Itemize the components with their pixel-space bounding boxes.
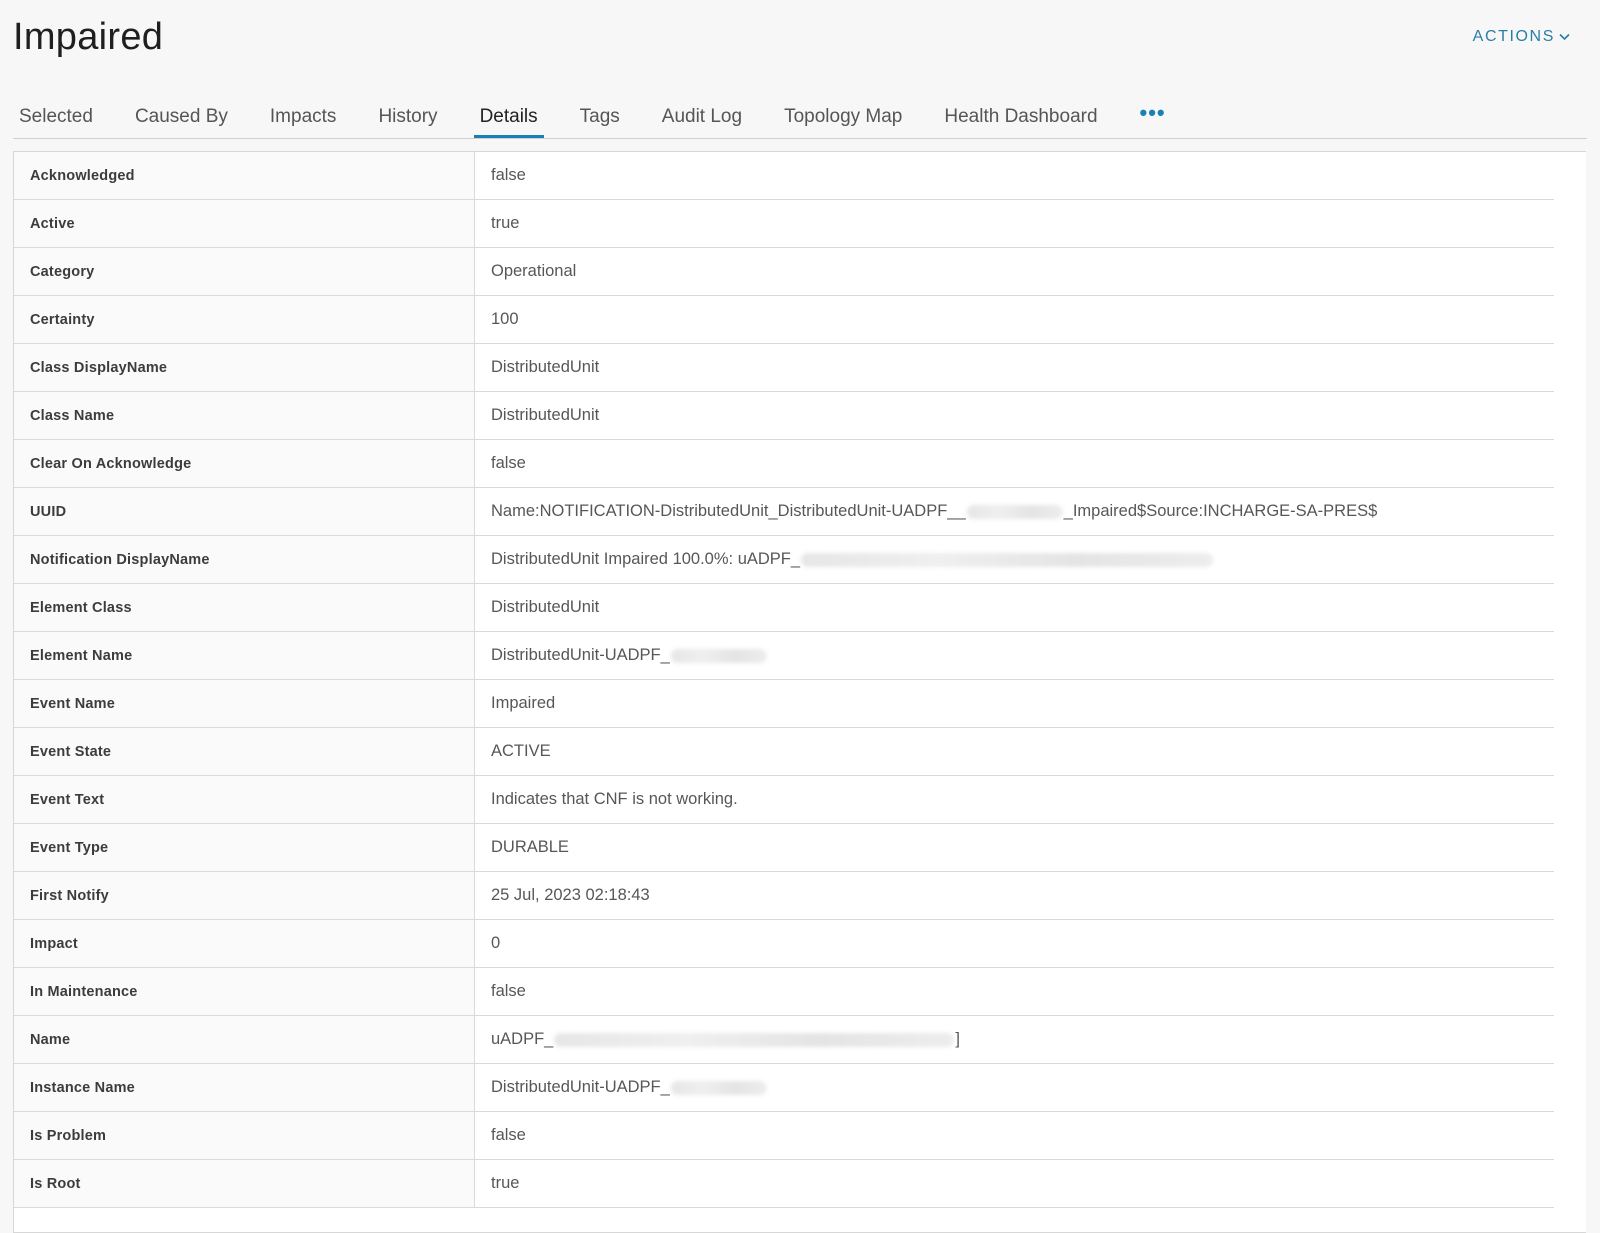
details-panel: Acknowledged false Active true Category … (13, 151, 1586, 1233)
table-row: UUID Name:NOTIFICATION-DistributedUnit_D… (14, 487, 1554, 536)
property-name: Name (14, 1015, 475, 1064)
property-name: Event Type (14, 823, 475, 872)
property-name: Impact (14, 919, 475, 968)
more-tabs-icon[interactable]: ••• (1134, 96, 1172, 126)
tab-bar: Selected Caused By Impacts History Detai… (13, 96, 1587, 139)
redacted-text (670, 1080, 767, 1095)
property-name: In Maintenance (14, 967, 475, 1016)
table-row: Active true (14, 199, 1554, 248)
property-name: Notification DisplayName (14, 535, 475, 584)
value-text: uADPF_ (491, 1030, 554, 1048)
tab-selected[interactable]: Selected (13, 96, 99, 136)
table-row: First Notify 25 Jul, 2023 02:18:43 (14, 871, 1554, 920)
table-row: Event Name Impaired (14, 679, 1554, 728)
actions-label: ACTIONS (1472, 28, 1555, 45)
property-name: UUID (14, 487, 475, 536)
property-value: 100 (474, 295, 1554, 344)
property-value: DistributedUnit (474, 343, 1554, 392)
details-table: Acknowledged false Active true Category … (14, 152, 1554, 1208)
table-row: Event Text Indicates that CNF is not wor… (14, 775, 1554, 824)
property-name: Event Name (14, 679, 475, 728)
property-name: Is Root (14, 1159, 475, 1208)
value-text: DistributedUnit-UADPF_ (491, 1078, 670, 1096)
table-row: Element Class DistributedUnit (14, 583, 1554, 632)
property-name: Event Text (14, 775, 475, 824)
property-name: Element Name (14, 631, 475, 680)
property-value: Impaired (474, 679, 1554, 728)
property-name: Category (14, 247, 475, 296)
property-name: Element Class (14, 583, 475, 632)
property-name: Class DisplayName (14, 343, 475, 392)
table-row: Category Operational (14, 247, 1554, 296)
table-row: Notification DisplayName DistributedUnit… (14, 535, 1554, 584)
property-value: false (474, 967, 1554, 1016)
table-row: Event State ACTIVE (14, 727, 1554, 776)
tab-health-dashboard[interactable]: Health Dashboard (938, 96, 1103, 136)
property-name: Active (14, 199, 475, 248)
property-name: Clear On Acknowledge (14, 439, 475, 488)
property-name: Class Name (14, 391, 475, 440)
table-row: Clear On Acknowledge false (14, 439, 1554, 488)
property-value: Name:NOTIFICATION-DistributedUnit_Distri… (474, 487, 1554, 536)
property-value: 0 (474, 919, 1554, 968)
property-value: uADPF_] (474, 1015, 1554, 1064)
property-value: false (474, 152, 1554, 200)
redacted-text (554, 1032, 955, 1047)
property-value: DistributedUnit-UADPF_ (474, 631, 1554, 680)
property-value: false (474, 1111, 1554, 1160)
property-value: DistributedUnit-UADPF_ (474, 1063, 1554, 1112)
actions-button[interactable]: ACTIONS (1473, 28, 1570, 46)
property-value: ACTIVE (474, 727, 1554, 776)
property-name: Is Problem (14, 1111, 475, 1160)
table-row: Acknowledged false (14, 152, 1554, 200)
table-row: Instance Name DistributedUnit-UADPF_ (14, 1063, 1554, 1112)
table-row: Is Root true (14, 1159, 1554, 1208)
tab-audit-log[interactable]: Audit Log (656, 96, 748, 136)
table-row: In Maintenance false (14, 967, 1554, 1016)
property-value: true (474, 1159, 1554, 1208)
property-name: First Notify (14, 871, 475, 920)
table-row: Name uADPF_] (14, 1015, 1554, 1064)
value-text: DistributedUnit Impaired 100.0%: uADPF_ (491, 550, 801, 568)
tab-history[interactable]: History (372, 96, 443, 136)
redacted-text (670, 648, 767, 663)
page-title: Impaired (13, 16, 164, 58)
property-name: Instance Name (14, 1063, 475, 1112)
tab-impacts[interactable]: Impacts (264, 96, 343, 136)
chevron-down-icon (1559, 33, 1570, 41)
property-value: DistributedUnit (474, 583, 1554, 632)
property-name: Event State (14, 727, 475, 776)
property-name: Acknowledged (14, 152, 475, 200)
table-row: Certainty 100 (14, 295, 1554, 344)
tab-details[interactable]: Details (473, 96, 544, 138)
value-text: Name:NOTIFICATION-DistributedUnit_Distri… (491, 502, 966, 520)
table-row: Class Name DistributedUnit (14, 391, 1554, 440)
property-value: true (474, 199, 1554, 248)
property-value: DURABLE (474, 823, 1554, 872)
property-value: false (474, 439, 1554, 488)
table-row: Impact 0 (14, 919, 1554, 968)
property-value: Operational (474, 247, 1554, 296)
redacted-text (801, 552, 1214, 567)
value-text: _Impaired$Source:INCHARGE-SA-PRES$ (1063, 502, 1378, 520)
property-value: 25 Jul, 2023 02:18:43 (474, 871, 1554, 920)
table-row: Event Type DURABLE (14, 823, 1554, 872)
table-row: Is Problem false (14, 1111, 1554, 1160)
tab-caused-by[interactable]: Caused By (129, 96, 234, 136)
tab-tags[interactable]: Tags (574, 96, 626, 136)
property-value: DistributedUnit (474, 391, 1554, 440)
property-name: Certainty (14, 295, 475, 344)
table-row: Element Name DistributedUnit-UADPF_ (14, 631, 1554, 680)
page-header: Impaired ACTIONS (0, 0, 1600, 90)
property-value: Indicates that CNF is not working. (474, 775, 1554, 824)
redacted-text (966, 504, 1063, 519)
table-row: Class DisplayName DistributedUnit (14, 343, 1554, 392)
value-text: ] (955, 1030, 960, 1048)
value-text: DistributedUnit-UADPF_ (491, 646, 670, 664)
property-value: DistributedUnit Impaired 100.0%: uADPF_ (474, 535, 1554, 584)
tab-topology-map[interactable]: Topology Map (778, 96, 908, 136)
